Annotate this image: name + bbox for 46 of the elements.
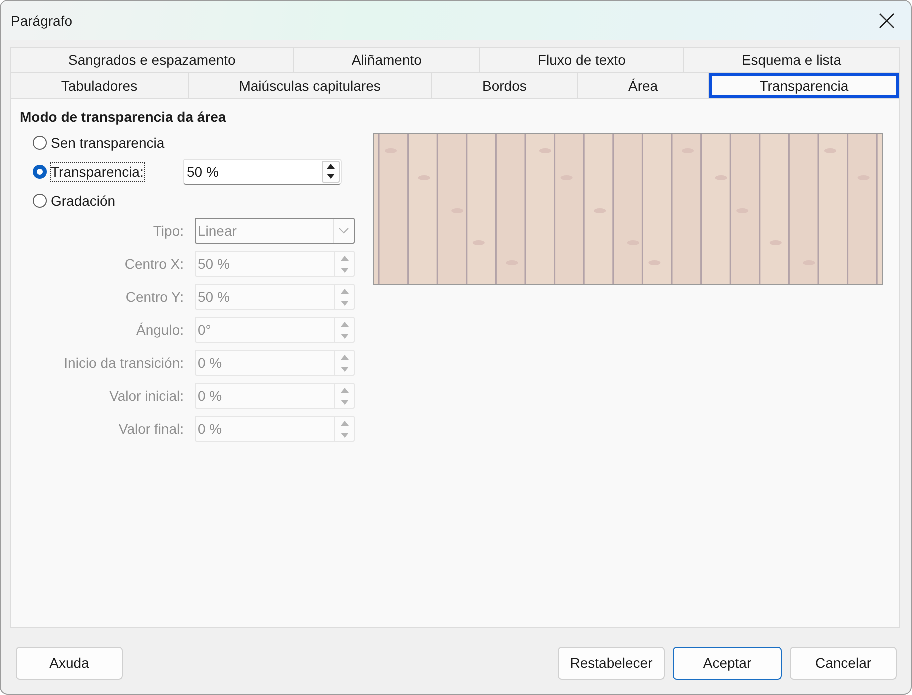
close-icon [879,12,895,28]
window-title: Parágrafo [11,12,72,30]
dialog-button[interactable]: Cancelar [790,646,897,680]
tab[interactable]: Aliñamento [294,47,480,73]
radio-label[interactable]: Sen transparencia [50,132,166,152]
tab[interactable]: Bordos [432,73,578,99]
tab[interactable]: Transparencia [709,73,900,99]
field-label: Centro Y: [126,288,184,307]
tab[interactable]: Fluxo de texto [480,47,684,73]
down-triangle-icon [340,334,348,338]
up-triangle-icon [340,256,348,260]
down-triangle-icon [327,174,335,179]
field-label: Inicio da transición: [64,354,184,373]
radio-label[interactable]: Gradación [50,190,117,210]
dialog-button[interactable]: Restabelecer [558,646,665,680]
field-label: Ángulo: [136,321,184,340]
down-triangle-icon [340,366,348,372]
tab[interactable]: Esquema e lista [684,47,900,73]
radio-button[interactable] [33,194,47,208]
field-label: Centro X: [124,255,184,274]
radio-button[interactable] [33,136,47,150]
field-label: Valor final: [118,420,184,439]
up-triangle-icon [340,388,348,392]
tab[interactable]: Tabuladores [10,73,189,99]
field-label: Valor inicial: [110,387,184,406]
up-triangle-icon [340,354,348,360]
up-triangle-icon [340,288,348,294]
up-triangle-icon [340,420,348,426]
spin-buttons[interactable] [322,160,340,182]
down-triangle-icon [340,300,348,306]
radio-label[interactable]: Transparencia: [50,162,145,182]
radio-button[interactable] [33,164,47,178]
down-triangle-icon [340,268,348,272]
up-triangle-icon [327,164,335,169]
down-triangle-icon [340,400,348,404]
spin-field[interactable]: 50 % [183,158,342,184]
dialog-button[interactable]: Aceptar [673,646,782,680]
help-button[interactable]: Axuda [16,646,123,680]
up-triangle-icon [340,322,348,326]
down-triangle-icon [340,432,348,438]
tab[interactable]: Sangrados e espazamento [10,47,294,73]
section-heading: Modo de transparencia da área [20,108,228,126]
field-label: Tipo: [153,222,184,241]
tab[interactable]: Área [578,73,710,99]
tab[interactable]: Maiúsculas capitulares [188,73,432,99]
chevron-down-icon [339,228,349,234]
